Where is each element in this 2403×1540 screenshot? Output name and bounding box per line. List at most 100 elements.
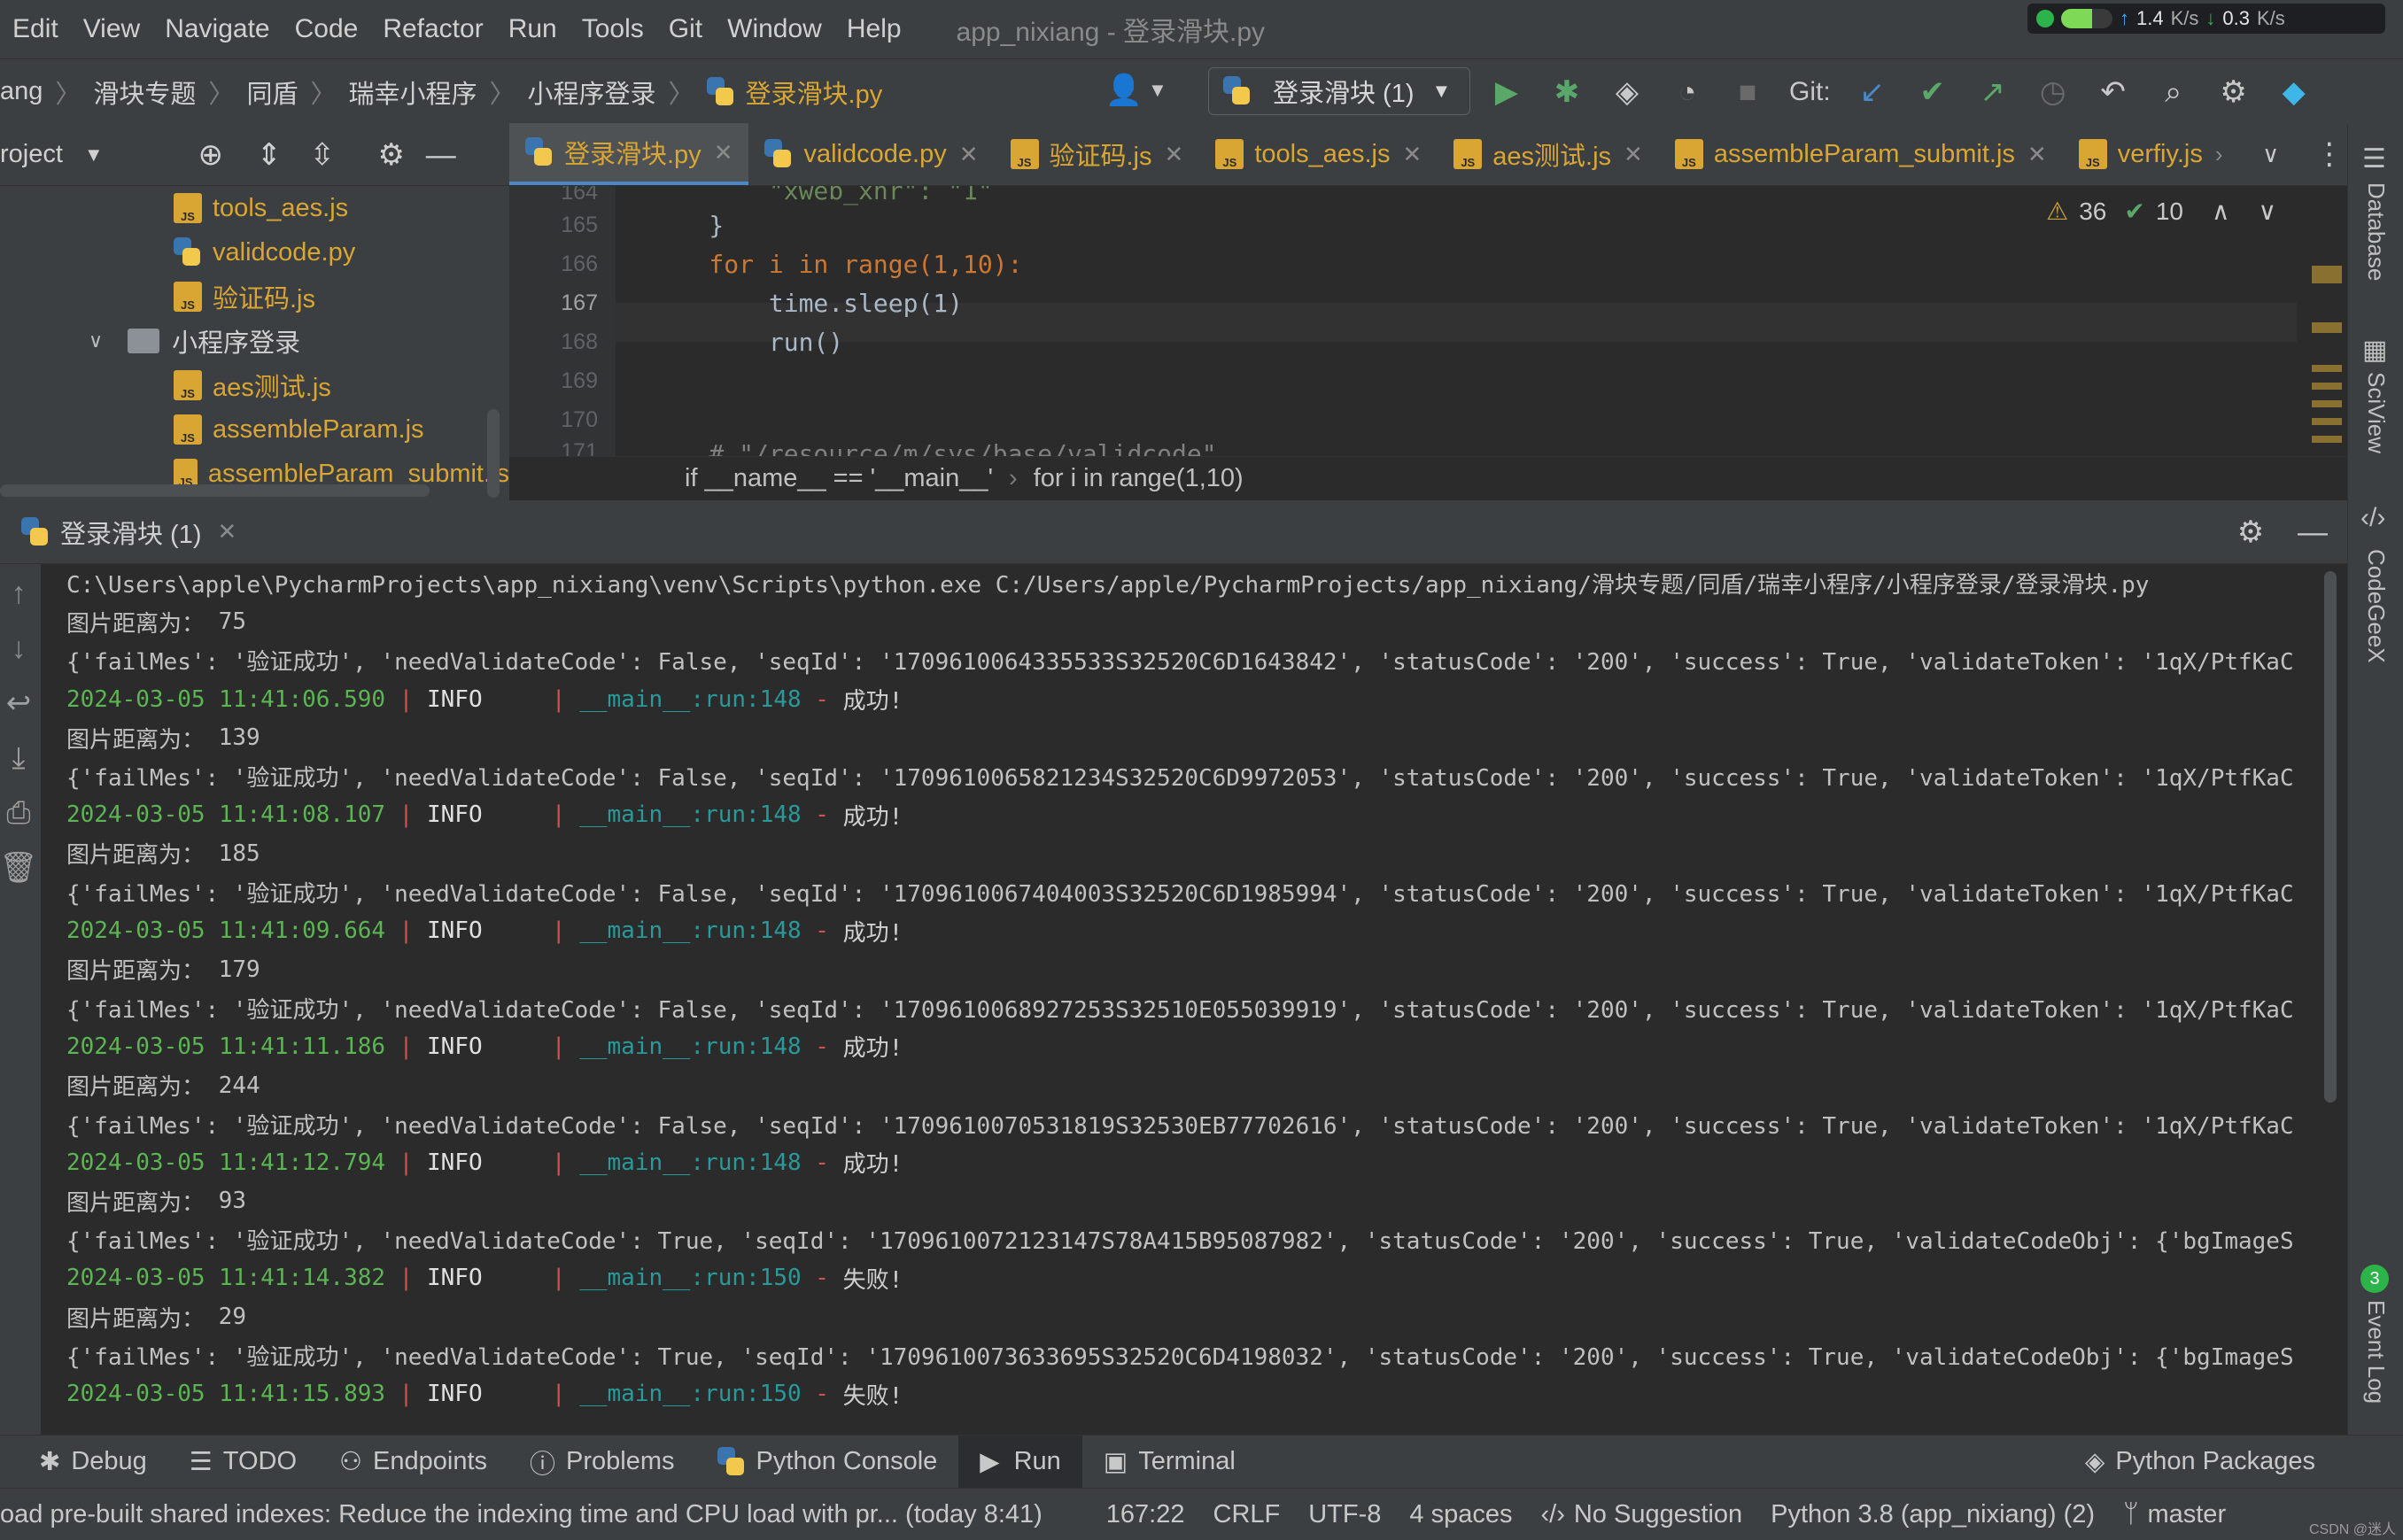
inspection-widget[interactable]: ⚠ 36 ✔ 10 ∧ ∨ (2046, 197, 2276, 226)
rollback-icon[interactable]: ↶ (2095, 74, 2132, 111)
event-log-tool-button[interactable]: Event Log (2362, 1300, 2390, 1404)
error-stripe-marker[interactable] (2312, 266, 2342, 283)
debug-bug-icon[interactable]: ✱ (1548, 74, 1585, 111)
settings-gear-icon[interactable]: ⚙ (373, 136, 410, 174)
editor-tab[interactable]: JS 验证码.js ✕ (995, 123, 1200, 185)
python-interpreter[interactable]: Python 3.8 (app_nixiang) (2) (1756, 1500, 2109, 1529)
breadcrumb-current-file[interactable]: 登录滑块.py (746, 74, 883, 111)
breadcrumb-item[interactable]: ang (0, 77, 43, 106)
search-icon[interactable]: ⌕ (2155, 74, 2192, 111)
editor-tab[interactable]: JS verfiy.js › (2063, 123, 2239, 185)
git-push-icon[interactable]: ↗ (1974, 74, 2012, 111)
line-separator[interactable]: CRLF (1199, 1500, 1295, 1529)
history-icon[interactable]: ◷ (2035, 74, 2072, 111)
suggestion-widget[interactable]: ‹/› No Suggestion (1526, 1500, 1756, 1529)
editor-tab[interactable]: validcode.py ✕ (748, 123, 994, 185)
console-output[interactable]: C:\Users\apple\PycharmProjects\app_nixia… (66, 564, 2312, 1435)
error-stripe-markers[interactable] (2312, 365, 2342, 445)
editor-tab[interactable]: JS aes测试.js ✕ (1438, 123, 1659, 185)
breadcrumb-item[interactable]: 瑞幸小程序 (348, 74, 477, 111)
breadcrumb-item[interactable]: 滑块专题 (93, 74, 196, 111)
tool-tab-debug[interactable]: ✱ Debug (0, 1436, 168, 1489)
locate-target-icon[interactable]: ⊕ (192, 136, 229, 174)
status-message[interactable]: oad pre-built shared indexes: Reduce the… (0, 1500, 1057, 1529)
chevron-down-icon[interactable]: ∨ (2259, 197, 2277, 226)
menu-navigate[interactable]: Navigate (152, 14, 282, 44)
close-icon[interactable]: ✕ (1165, 141, 1184, 168)
stop-icon[interactable]: ■ (1729, 74, 1766, 111)
menu-refactor[interactable]: Refactor (370, 14, 495, 44)
code-breadcrumb-item[interactable]: for i in range(1,10) (1034, 464, 1244, 493)
chevron-down-icon[interactable]: ▼ (1148, 79, 1167, 102)
tool-tab-endpoints[interactable]: ⚇ Endpoints (318, 1436, 508, 1489)
tree-folder[interactable]: ∨ 小程序登录 (0, 319, 509, 363)
close-icon[interactable]: ✕ (1402, 141, 1422, 168)
database-tool-button[interactable]: Database (2362, 182, 2390, 281)
settings-gear-icon[interactable]: ⚙ (2215, 74, 2252, 111)
chevron-down-icon[interactable]: ∨ (89, 329, 103, 352)
close-icon[interactable]: ✕ (218, 518, 237, 546)
close-icon[interactable]: ✕ (1624, 141, 1643, 168)
file-encoding[interactable]: UTF-8 (1294, 1500, 1395, 1529)
tool-tab-python-console[interactable]: Python Console (696, 1436, 959, 1489)
menu-window[interactable]: Window (715, 14, 834, 44)
hide-panel-icon[interactable]: — (2294, 514, 2331, 551)
project-view-selector[interactable]: roject (0, 140, 63, 169)
horizontal-scrollbar[interactable] (0, 484, 430, 497)
arrow-up-icon[interactable]: ↑ (0, 575, 37, 612)
soft-wrap-icon[interactable]: ↩ (0, 685, 37, 722)
code-area[interactable]: "xweb_xhr": "1" } for i in range(1,10): … (614, 186, 2297, 459)
user-icon[interactable]: 👤 (1105, 72, 1143, 109)
run-tab-label[interactable]: 登录滑块 (1) (60, 514, 202, 551)
close-icon[interactable]: ✕ (714, 139, 733, 166)
menu-git[interactable]: Git (656, 14, 715, 44)
menu-run[interactable]: Run (496, 14, 570, 44)
trash-icon[interactable]: 🗑 (0, 849, 38, 886)
close-icon[interactable]: ✕ (2027, 141, 2047, 168)
tool-tab-terminal[interactable]: ▣ Terminal (1082, 1436, 1257, 1489)
vertical-scrollbar[interactable] (487, 409, 500, 498)
tree-item[interactable]: JS assembleParam.js (0, 407, 509, 452)
chevron-up-icon[interactable]: ∧ (2212, 197, 2230, 226)
hide-panel-icon[interactable]: — (422, 136, 460, 174)
menu-help[interactable]: Help (834, 14, 914, 44)
run-icon[interactable]: ▶ (1488, 74, 1525, 111)
indent-setting[interactable]: 4 spaces (1395, 1500, 1526, 1529)
git-update-icon[interactable]: ↙ (1854, 74, 1891, 111)
tool-tab-run[interactable]: ▶ Run (958, 1435, 1082, 1489)
plugin-logo-icon[interactable]: ◆ (2275, 74, 2313, 111)
menu-code[interactable]: Code (283, 14, 371, 44)
expand-all-icon[interactable]: ⇕ (251, 136, 288, 174)
collapse-all-icon[interactable]: ⇳ (304, 136, 341, 174)
editor-tab[interactable]: JS assembleParam_submit.js ✕ (1659, 123, 2063, 185)
tree-item[interactable]: JS 验证码.js (0, 275, 509, 319)
code-breadcrumb-item[interactable]: if __name__ == '__main__' (685, 464, 993, 493)
run-configuration-select[interactable]: 登录滑块 (1) ▼ (1208, 67, 1470, 115)
tree-item[interactable]: JS aes测试.js (0, 363, 509, 407)
git-commit-icon[interactable]: ✔ (1914, 74, 1951, 111)
git-branch[interactable]: ᛘ master (2109, 1500, 2240, 1529)
menu-tools[interactable]: Tools (570, 14, 656, 44)
vertical-scrollbar[interactable] (2324, 571, 2337, 1103)
menu-view[interactable]: View (71, 14, 152, 44)
tree-item[interactable]: validcode.py (0, 230, 509, 275)
profile-icon[interactable]: ◔ (1669, 74, 1706, 111)
menu-edit[interactable]: Edit (0, 14, 71, 44)
settings-gear-icon[interactable]: ⚙ (2232, 514, 2269, 551)
tree-item[interactable]: JS tools_aes.js (0, 186, 509, 230)
arrow-down-icon[interactable]: ↓ (0, 630, 37, 667)
scroll-to-end-icon[interactable]: ⤓ (0, 739, 37, 777)
caret-position[interactable]: 167:22 (1092, 1500, 1199, 1529)
editor-tab[interactable]: JS tools_aes.js ✕ (1199, 123, 1438, 185)
coverage-icon[interactable]: ◈ (1608, 74, 1646, 111)
chevron-down-icon[interactable]: ∨ (2253, 135, 2289, 173)
sciview-tool-button[interactable]: SciView (2362, 372, 2390, 453)
breadcrumb-item[interactable]: 小程序登录 (528, 74, 656, 111)
breadcrumb-item[interactable]: 同盾 (246, 74, 298, 111)
chevron-right-icon[interactable]: › (2215, 141, 2223, 168)
codegeex-tool-button[interactable]: CodeGeeX (2362, 549, 2390, 663)
tool-tab-todo[interactable]: ☰ TODO (168, 1436, 318, 1489)
print-icon[interactable]: ⎙ (0, 794, 37, 832)
chevron-down-icon[interactable]: ▼ (84, 143, 104, 166)
close-icon[interactable]: ✕ (959, 141, 979, 168)
